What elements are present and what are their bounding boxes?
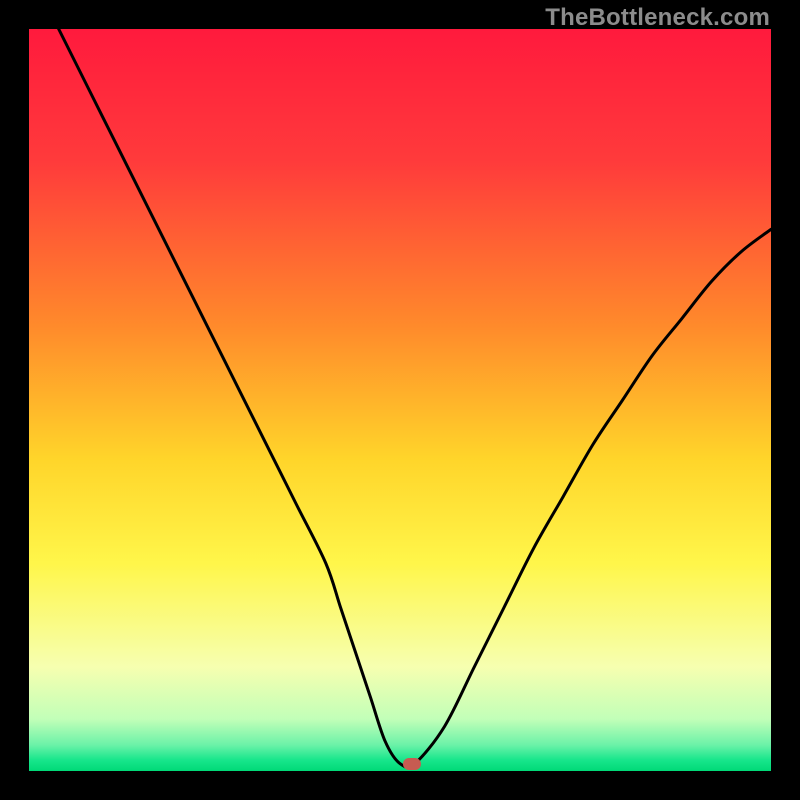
plot-area [29, 29, 771, 771]
watermark-text: TheBottleneck.com [545, 4, 770, 32]
optimum-marker [403, 758, 421, 770]
bottleneck-curve [29, 29, 771, 771]
chart-frame: TheBottleneck.com [0, 0, 800, 800]
